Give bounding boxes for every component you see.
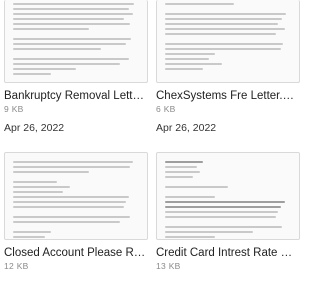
- document-thumbnail[interactable]: [4, 152, 148, 240]
- document-preview-lines: [13, 161, 139, 239]
- file-date: Apr 26, 2022: [156, 122, 217, 134]
- file-size: 9 KB: [4, 104, 24, 114]
- file-name[interactable]: Closed Account Please Rem...: [4, 247, 146, 259]
- file-card-closed-account[interactable]: Closed Account Please Rem... 12 KB: [4, 152, 148, 271]
- document-preview-lines: [165, 161, 291, 239]
- file-size: 13 KB: [156, 261, 181, 271]
- document-preview-lines: [165, 3, 291, 73]
- file-card-credit-card-interest[interactable]: Credit Card Intrest Rate Reje... 13 KB: [156, 152, 300, 271]
- document-thumbnail[interactable]: [156, 152, 300, 240]
- document-thumbnail[interactable]: [4, 0, 148, 83]
- file-name[interactable]: Bankruptcy Removal Letter.d...: [4, 90, 146, 102]
- file-name[interactable]: ChexSystems Fre Letter.odt: [156, 90, 298, 102]
- document-preview-lines: [13, 3, 139, 78]
- file-grid: Bankruptcy Removal Letter.d... 9 KB Apr …: [0, 0, 300, 300]
- file-name[interactable]: Credit Card Intrest Rate Reje...: [156, 247, 298, 259]
- file-size: 12 KB: [4, 261, 29, 271]
- document-thumbnail[interactable]: [156, 0, 300, 83]
- file-date: Apr 26, 2022: [4, 122, 65, 134]
- file-card-bankruptcy-removal[interactable]: Bankruptcy Removal Letter.d... 9 KB Apr …: [4, 0, 148, 134]
- file-card-chexsystems[interactable]: ChexSystems Fre Letter.odt 6 KB Apr 26, …: [156, 0, 300, 134]
- file-size: 6 KB: [156, 104, 176, 114]
